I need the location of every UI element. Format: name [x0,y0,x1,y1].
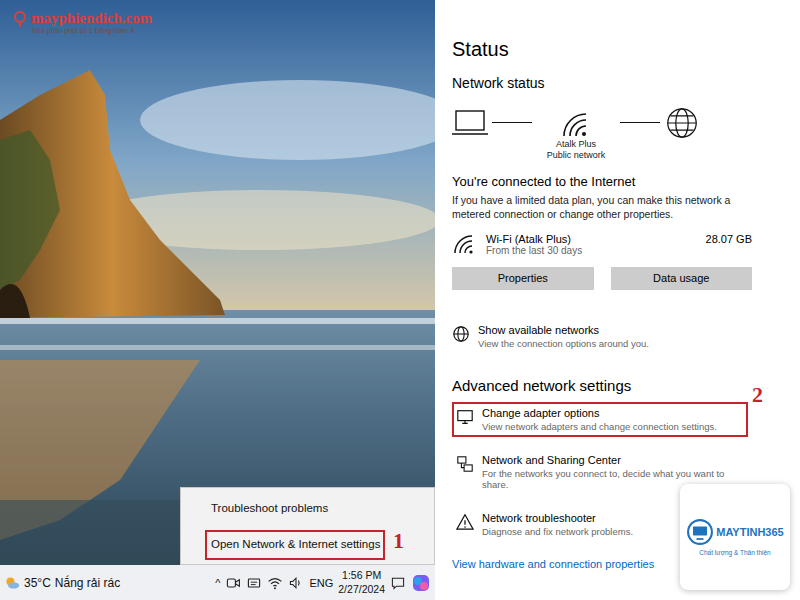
warning-icon [456,513,474,531]
network-type: Public network [547,150,606,161]
settings-button[interactable]: Data usage [611,267,753,290]
taskbar: 35°CNắng rải rác ^ ENG 1:56 PM2/27/2024 [0,565,435,600]
language-indicator[interactable]: ENG [309,577,333,589]
monitor-icon [456,408,474,426]
section-title: Network status [452,75,780,91]
overflow-button[interactable]: ^ [215,577,220,589]
monitor-logo-icon [686,518,714,546]
advanced-heading: Advanced network settings [452,377,780,394]
adapter-row: Wi-Fi (Atalk Plus)From the last 30 days 2… [452,233,752,257]
globe-icon [664,107,700,139]
menu-item[interactable]: Open Network & Internet settings1 [205,530,385,560]
logo-name: MAYTINH365 [716,526,783,538]
adapter-name: Wi-Fi (Atalk Plus) [486,233,582,245]
input-icon[interactable] [246,575,262,591]
settings-button[interactable]: Properties [452,267,594,290]
weather-widget[interactable]: 35°CNắng rải rác [4,575,120,591]
globe-icon [452,325,470,343]
context-menu: Troubleshoot problems Open Network & Inte… [180,487,435,565]
sharing-icon [456,455,474,473]
watermark-name: mayphiendich.com [31,10,152,27]
show-networks-link[interactable]: Show available networksView the connecti… [452,324,780,349]
sun-cloud-icon [4,575,20,591]
laptop-icon [452,107,488,139]
data-usage-value: 28.07 GB [706,233,752,245]
wallpaper-photo [0,0,435,565]
desktop: mayphiendich.comNhà phân phối số 1 Đông … [0,0,435,600]
step-marker: 1 [393,528,404,554]
step-marker: 2 [752,382,763,408]
notification-icon[interactable] [390,575,406,591]
pin-icon [12,11,28,27]
volume-icon[interactable] [288,575,304,591]
system-tray: ^ ENG 1:56 PM2/27/2024 [215,569,431,595]
wifi-icon [452,233,476,257]
network-diagram: Atalk PlusPublic network [452,107,780,162]
network-name: Atalk Plus [556,139,596,150]
connection-description: If you have a limited data plan, you can… [452,193,752,221]
copilot-icon[interactable] [411,573,431,593]
maytinh365-logo: MAYTINH365 Chất lượng & Thân thiện [680,484,790,590]
page-title: Status [452,38,780,61]
advanced-setting[interactable]: Change adapter optionsView network adapt… [452,402,748,437]
desktop-wallpaper: mayphiendich.comNhà phân phối số 1 Đông … [0,0,435,565]
adapter-period: From the last 30 days [486,245,582,256]
wifi-icon[interactable] [267,575,283,591]
logo-tagline: Chất lượng & Thân thiện [699,549,770,556]
connection-status: You're connected to the Internet [452,174,780,189]
menu-item[interactable]: Troubleshoot problems [205,494,385,524]
site-watermark: mayphiendich.comNhà phân phối số 1 Đông … [12,10,152,34]
wifi-icon [558,107,594,139]
watermark-tagline: Nhà phân phối số 1 Đông Nam Á [12,27,152,34]
button-row: Properties Data usage [452,267,752,290]
clock[interactable]: 1:56 PM2/27/2024 [338,569,385,595]
screen: mayphiendich.comNhà phân phối số 1 Đông … [0,0,800,600]
meet-icon[interactable] [225,575,241,591]
